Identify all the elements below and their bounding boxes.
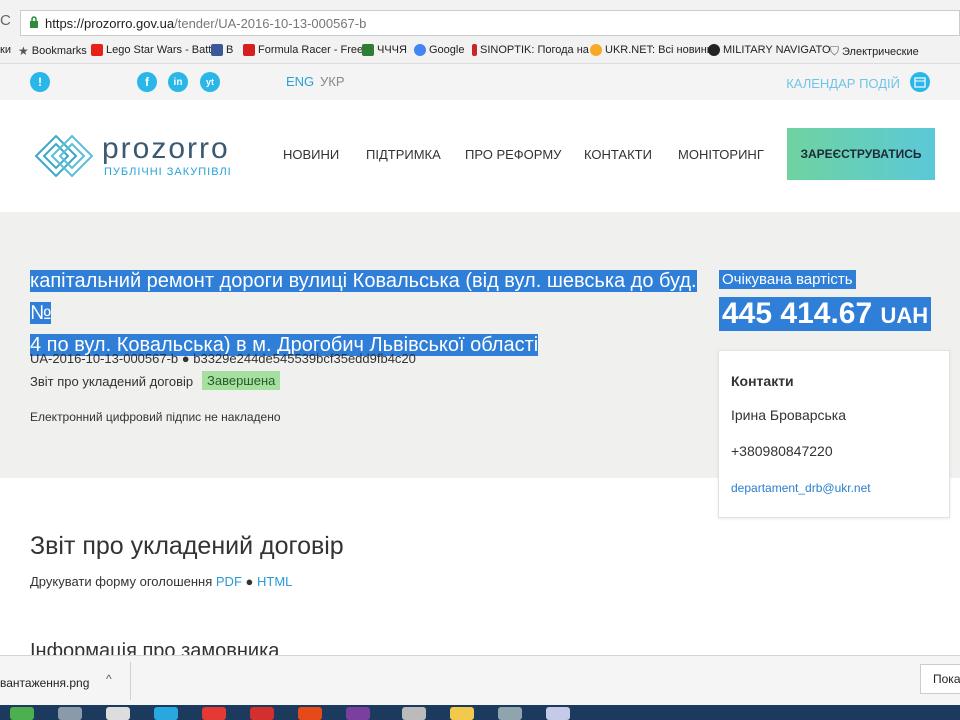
lang-eng[interactable]: ENG: [286, 74, 314, 89]
excel-icon[interactable]: [10, 707, 34, 720]
divider: [130, 662, 131, 700]
price-value: 445 414.67 UAH: [719, 297, 932, 331]
url-field[interactable]: https://prozorro.gov.ua/tender/UA-2016-1…: [20, 10, 960, 36]
bookmark-item[interactable]: MILITARY NAVIGATO: [708, 44, 831, 56]
youtube-icon[interactable]: yt: [200, 72, 220, 92]
bookmarks-bar: ки ★ Bookmarks Lego Star Wars - Batt B Fo…: [0, 40, 960, 64]
url-text: https://prozorro.gov.ua/tender/UA-2016-1…: [45, 16, 367, 31]
contacts-heading: Контакти: [731, 373, 794, 389]
nav-reform[interactable]: ПРО РЕФОРМУ: [465, 147, 561, 162]
contacts-card: Контакти Ірина Броварська +380980847220 …: [718, 350, 950, 518]
star-icon: ★: [18, 44, 29, 58]
taskbar: [0, 705, 960, 720]
powerpoint-icon[interactable]: [298, 707, 322, 720]
chrome-icon[interactable]: [202, 707, 226, 720]
calendar-link[interactable]: КАЛЕНДАР ПОДІЙ: [786, 76, 900, 91]
app-icon[interactable]: [546, 707, 570, 720]
facebook-icon: [211, 44, 223, 56]
nav-support[interactable]: ПІДТРИМКА: [366, 147, 441, 162]
status-badge: Завершена: [202, 371, 281, 390]
contact-phone: +380980847220: [731, 443, 833, 459]
tender-title: капітальний ремонт дороги вулиці Ковальс…: [30, 270, 697, 356]
chevron-up-icon[interactable]: ^: [106, 672, 112, 686]
app-icon[interactable]: [498, 707, 522, 720]
tender-id: UA-2016-10-13-000567-b ● b3329e244de5455…: [30, 351, 416, 366]
opera-icon[interactable]: [250, 707, 274, 720]
customer-info-title: Інформація про замовника: [30, 640, 280, 656]
contact-name: Ірина Броварська: [731, 407, 847, 423]
section-title: Звіт про укладений договір: [30, 532, 344, 560]
logo-subtitle: ПУБЛІЧНІ ЗАКУПІВЛІ: [104, 166, 232, 178]
skype-icon[interactable]: [154, 707, 178, 720]
app-icon[interactable]: [106, 707, 130, 720]
bookmark-item[interactable]: SINOPTIK: Погода на: [472, 44, 589, 56]
thermometer-icon: [472, 44, 477, 56]
esign-notice: Електронний цифровий підпис не накладено: [30, 410, 281, 424]
download-shelf: [0, 655, 960, 705]
pdf-link[interactable]: PDF: [216, 574, 242, 589]
military-icon: [708, 44, 720, 56]
alert-icon[interactable]: !: [30, 72, 50, 92]
bookmark-item[interactable]: ★ Bookmarks: [18, 44, 87, 58]
nav-contacts[interactable]: КОНТАКТИ: [584, 147, 652, 162]
youtube-icon: [91, 44, 103, 56]
lock-icon: [30, 16, 38, 28]
reload-icon[interactable]: C: [0, 12, 11, 29]
formula-icon: [243, 44, 255, 56]
download-item[interactable]: вантаження.png: [0, 676, 89, 690]
nav-monitoring[interactable]: МОНІТОРИНГ: [678, 147, 764, 162]
prozorro-logo-icon: [34, 134, 94, 178]
logo-text[interactable]: prozorro: [102, 132, 230, 166]
html-link[interactable]: HTML: [257, 574, 292, 589]
bookmark-item[interactable]: Lego Star Wars - Batt: [91, 44, 211, 56]
ukrnet-icon: [590, 44, 602, 56]
folder-icon[interactable]: [450, 707, 474, 720]
site-icon: [362, 44, 374, 56]
bookmark-item[interactable]: ЧЧЧЯ: [362, 44, 407, 56]
app-icon[interactable]: [58, 707, 82, 720]
register-button[interactable]: ЗАРЕЄСТРУВАТИСЬ: [787, 128, 935, 180]
procedure-type: Звіт про укладений договір: [30, 374, 194, 389]
google-icon: [414, 44, 426, 56]
bookmark-item[interactable]: Google: [414, 44, 464, 56]
app-icon[interactable]: [402, 707, 426, 720]
bookmark-item[interactable]: ⛉ Электрические: [830, 44, 919, 59]
print-line: Друкувати форму оголошення PDF ● HTML: [30, 574, 293, 589]
tooth-icon: ⛉: [830, 44, 840, 58]
nav-news[interactable]: НОВИНИ: [283, 147, 339, 162]
bookmark-item[interactable]: UKR.NET: Всі новини: [590, 44, 713, 56]
lang-ukr[interactable]: УКР: [320, 74, 345, 89]
calendar-icon[interactable]: [910, 72, 930, 92]
bookmark-item[interactable]: Formula Racer - Free: [243, 44, 363, 56]
facebook-icon[interactable]: f: [137, 72, 157, 92]
app-icon[interactable]: [346, 707, 370, 720]
show-all-button[interactable]: Показ: [920, 664, 960, 694]
contact-email[interactable]: departament_drb@ukr.net: [731, 481, 871, 495]
linkedin-icon[interactable]: in: [168, 72, 188, 92]
bookmark-item[interactable]: B: [211, 44, 233, 56]
price-label: Очікувана вартість: [719, 270, 856, 289]
bookmark-item[interactable]: ки: [0, 44, 11, 56]
